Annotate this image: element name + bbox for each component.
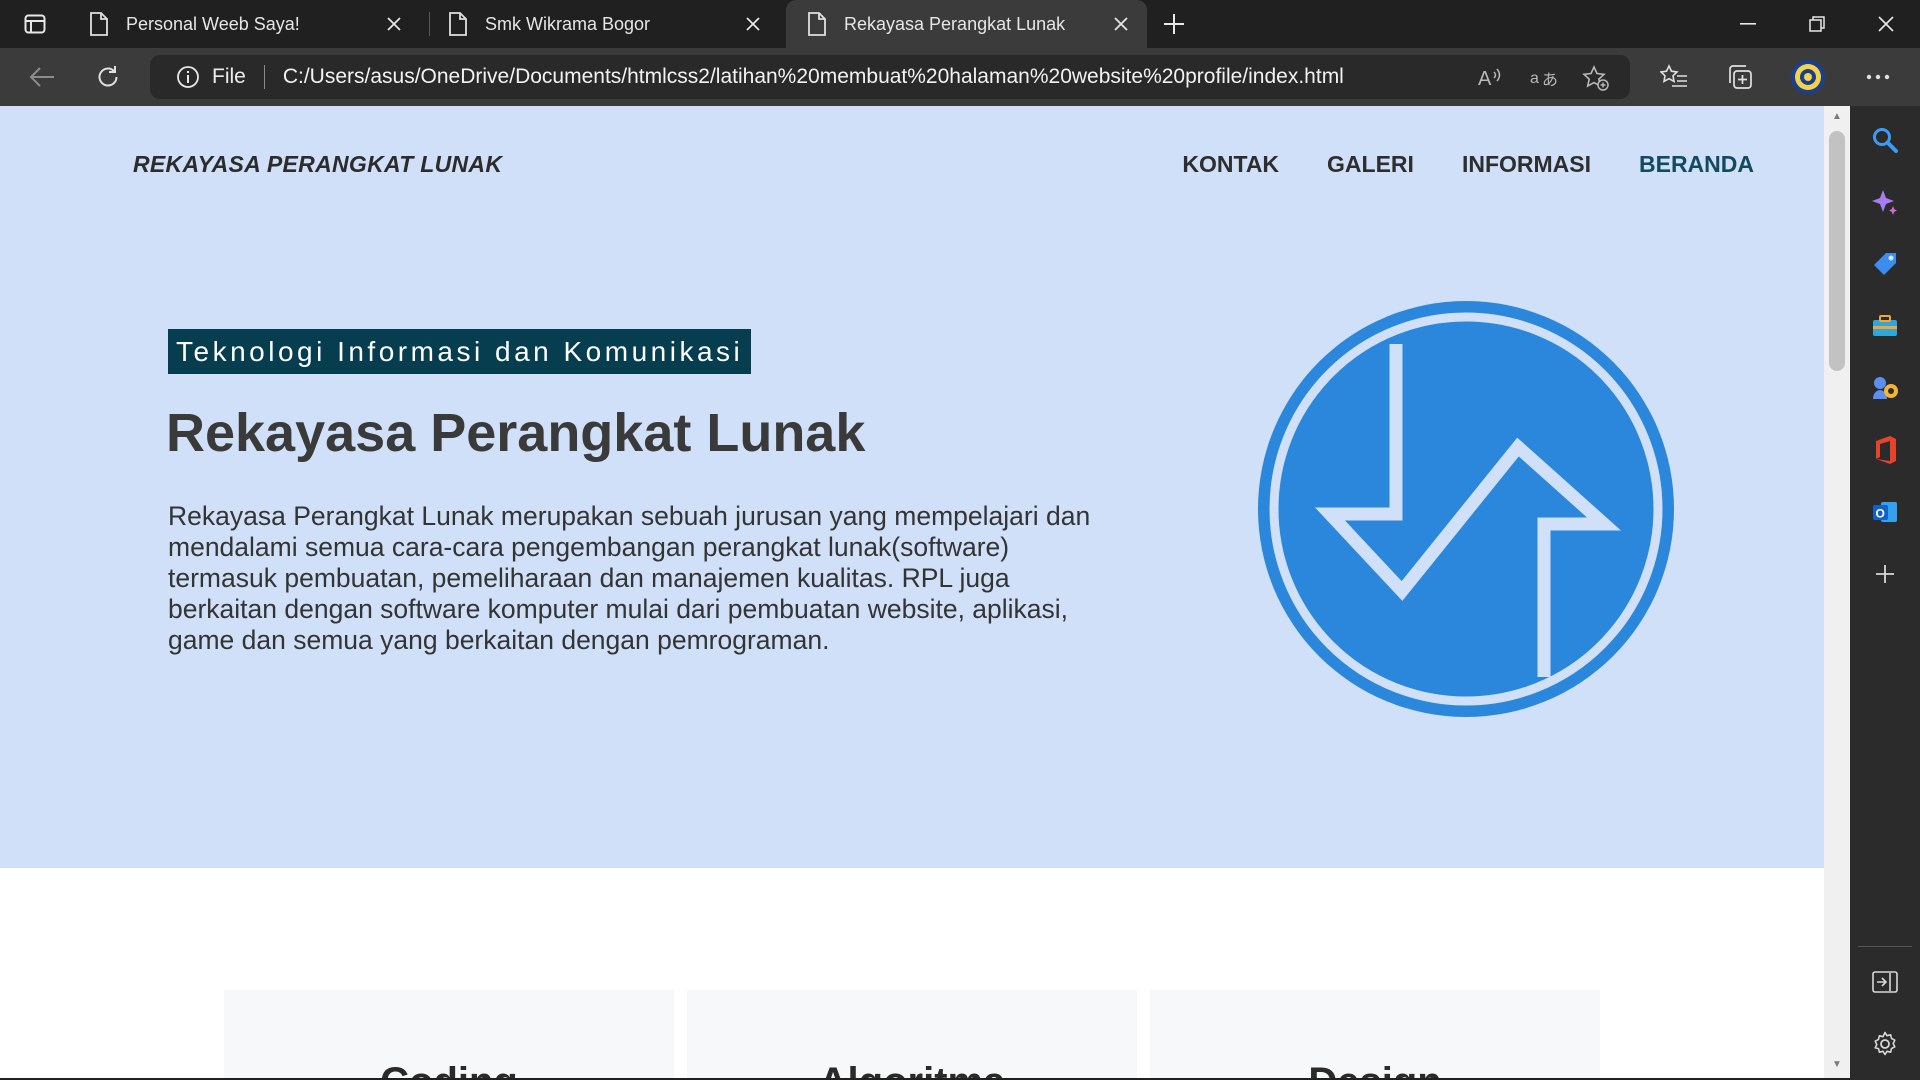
favorites-icon[interactable] xyxy=(1654,57,1694,97)
minimize-icon[interactable] xyxy=(1713,0,1782,48)
tools-briefcase-icon[interactable] xyxy=(1869,310,1901,342)
hide-sidebar-icon[interactable] xyxy=(1869,966,1901,998)
document-icon xyxy=(449,12,467,36)
translate-icon[interactable]: aあ xyxy=(1530,64,1558,92)
tab-rpl[interactable]: Rekayasa Perangkat Lunak xyxy=(786,0,1147,48)
document-icon xyxy=(90,12,108,36)
svg-text:a: a xyxy=(1530,70,1539,87)
nav-beranda[interactable]: BERANDA xyxy=(1639,151,1754,178)
scrollbar-thumb[interactable] xyxy=(1829,131,1845,371)
card-algoritma: Algoritma xyxy=(687,990,1137,1078)
nav-informasi[interactable]: INFORMASI xyxy=(1462,151,1591,178)
sidebar-divider xyxy=(1858,946,1912,947)
nav-galeri[interactable]: GALERI xyxy=(1327,151,1414,178)
close-window-icon[interactable] xyxy=(1851,0,1920,48)
svg-text:O: O xyxy=(1876,507,1885,521)
profile-avatar[interactable] xyxy=(1788,57,1828,97)
edge-sidebar: O xyxy=(1850,106,1920,1080)
address-bar[interactable]: File C:/Users/asus/OneDrive/Documents/ht… xyxy=(150,55,1630,99)
games-icon[interactable] xyxy=(1869,372,1901,404)
address-separator xyxy=(263,65,265,89)
tab-personal[interactable]: Personal Weeb Saya! xyxy=(68,0,420,48)
document-icon xyxy=(808,12,826,36)
tab-actions-icon[interactable] xyxy=(12,8,58,40)
close-tab-icon[interactable] xyxy=(1105,8,1137,40)
scroll-down-arrow-icon[interactable]: ▼ xyxy=(1831,1060,1843,1070)
brand-title[interactable]: REKAYASA PERANGKAT LUNAK xyxy=(133,151,502,178)
subject-cards: Coding Algoritma Design xyxy=(224,990,1600,1078)
info-icon[interactable] xyxy=(176,65,200,89)
restore-icon[interactable] xyxy=(1782,0,1851,48)
browser-toolbar: File C:/Users/asus/OneDrive/Documents/ht… xyxy=(0,48,1920,106)
tab-bar: Personal Weeb Saya! Smk Wikrama Bogor Re… xyxy=(0,0,1920,48)
read-aloud-icon[interactable]: A xyxy=(1476,64,1504,92)
search-icon[interactable] xyxy=(1869,124,1901,156)
main-nav: KONTAK GALERI INFORMASI BERANDA xyxy=(1182,151,1754,178)
svg-text:あ: あ xyxy=(1542,70,1558,89)
office-icon[interactable] xyxy=(1869,434,1901,466)
card-design: Design xyxy=(1150,990,1600,1078)
tab-wikrama[interactable]: Smk Wikrama Bogor xyxy=(427,0,779,48)
tab-title: Personal Weeb Saya! xyxy=(126,13,300,34)
nav-kontak[interactable]: KONTAK xyxy=(1182,151,1279,178)
card-title: Algoritma xyxy=(687,1060,1137,1078)
tab-title: Rekayasa Perangkat Lunak xyxy=(844,13,1066,34)
close-tab-icon[interactable] xyxy=(378,8,410,40)
card-title: Design xyxy=(1150,1060,1600,1078)
scroll-up-arrow-icon[interactable]: ▲ xyxy=(1831,112,1843,122)
outlook-icon[interactable]: O xyxy=(1869,496,1901,528)
rpl-logo xyxy=(1258,301,1674,717)
page-viewport: REKAYASA PERANGKAT LUNAK KONTAK GALERI I… xyxy=(0,106,1824,1078)
scheme-label: File xyxy=(212,65,246,88)
new-tab-icon[interactable] xyxy=(1158,8,1190,40)
copilot-sparkle-icon[interactable] xyxy=(1869,186,1901,218)
back-arrow-icon[interactable] xyxy=(22,57,62,97)
vertical-scrollbar[interactable]: ▲ ▼ xyxy=(1824,106,1850,1078)
close-tab-icon[interactable] xyxy=(737,8,769,40)
settings-gear-icon[interactable] xyxy=(1869,1028,1901,1060)
shopping-tag-icon[interactable] xyxy=(1869,248,1901,280)
more-icon[interactable] xyxy=(1858,57,1898,97)
add-favorite-icon[interactable] xyxy=(1582,64,1610,92)
collections-icon[interactable] xyxy=(1720,57,1760,97)
page-description: Rekayasa Perangkat Lunak merupakan sebua… xyxy=(168,501,1091,655)
svg-text:A: A xyxy=(1478,68,1492,89)
tab-title: Smk Wikrama Bogor xyxy=(485,13,651,34)
page-title: Rekayasa Perangkat Lunak xyxy=(166,403,866,463)
add-sidebar-app-icon[interactable] xyxy=(1869,558,1901,590)
card-title: Coding xyxy=(224,1060,674,1078)
hero-section: REKAYASA PERANGKAT LUNAK KONTAK GALERI I… xyxy=(0,106,1824,868)
card-coding: Coding xyxy=(224,990,674,1078)
url-text[interactable]: C:/Users/asus/OneDrive/Documents/htmlcss… xyxy=(283,65,1344,89)
category-tag: Teknologi Informasi dan Komunikasi xyxy=(168,329,752,374)
reload-icon[interactable] xyxy=(88,57,128,97)
